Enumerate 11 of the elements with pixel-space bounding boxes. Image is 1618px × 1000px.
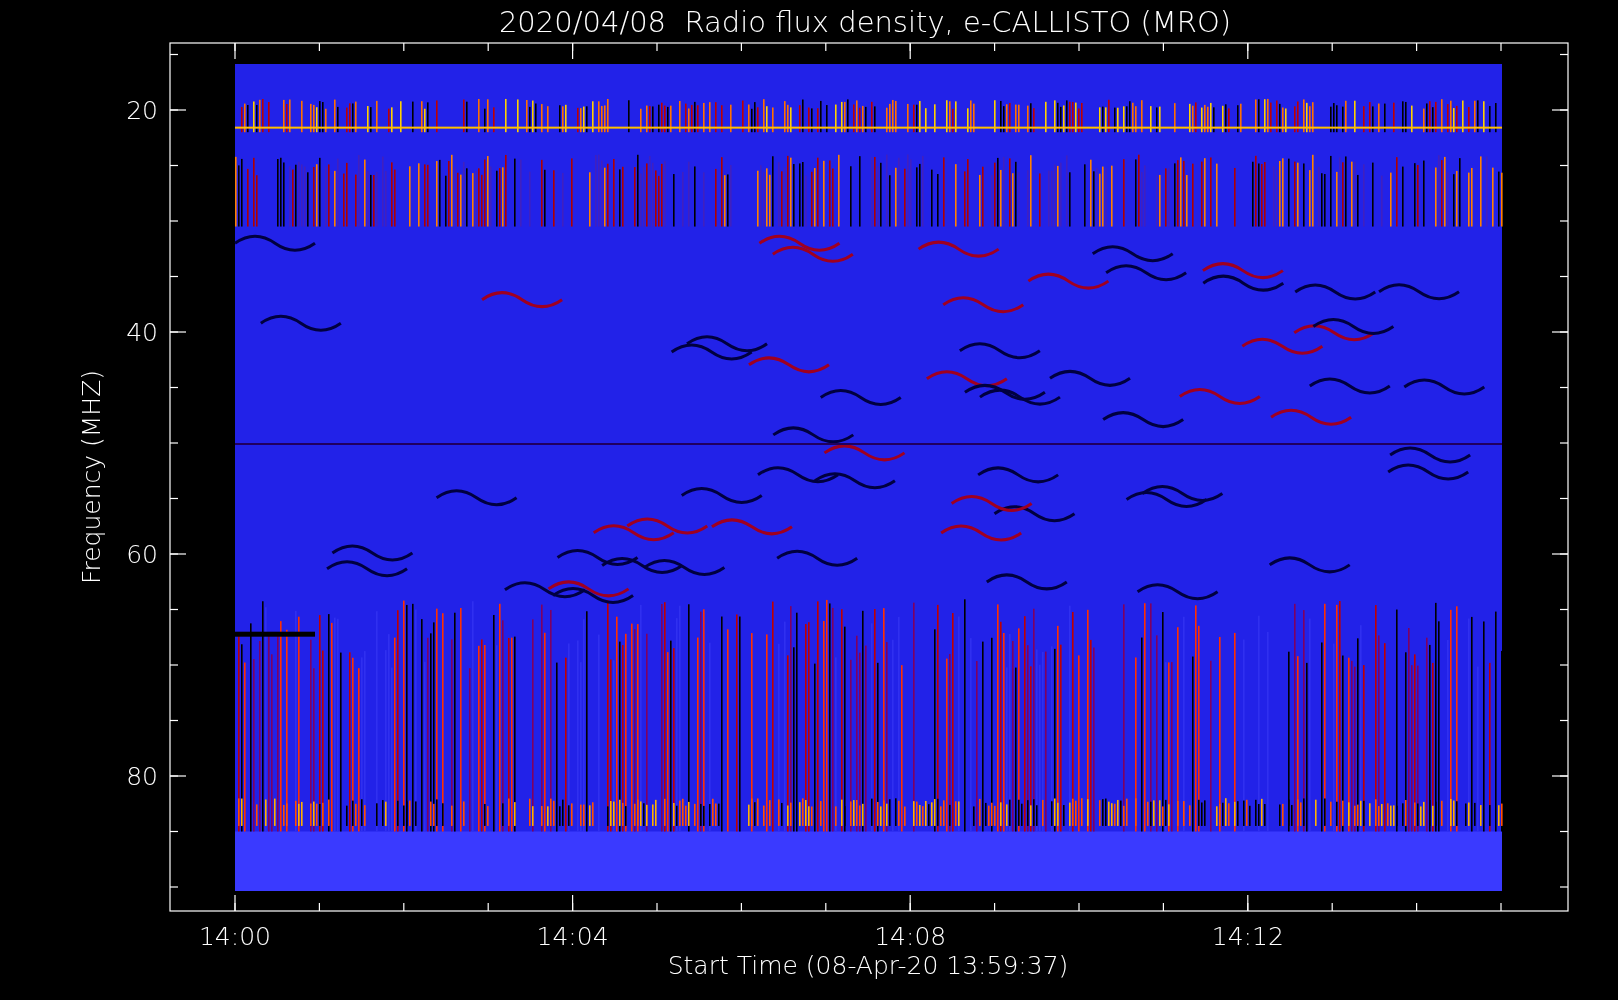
y-axis-label: Frequency (MHZ) (77, 369, 106, 585)
y-tick-label: 60 (126, 540, 158, 569)
x-tick-label: 14:08 (874, 922, 947, 951)
x-axis-label: Start Time (08-Apr-20 13:59:37) (667, 951, 1069, 980)
chart-title: 2020/04/08 Radio flux density, e-CALLISTO (MRO) (498, 5, 1232, 39)
x-tick-label: 14:04 (536, 922, 609, 951)
x-tick-label: 14:00 (199, 922, 271, 951)
x-tick-label: 14:12 (1211, 922, 1284, 951)
y-tick-label: 20 (126, 96, 158, 125)
y-tick-label: 40 (126, 318, 158, 347)
y-tick-label: 80 (126, 762, 158, 791)
